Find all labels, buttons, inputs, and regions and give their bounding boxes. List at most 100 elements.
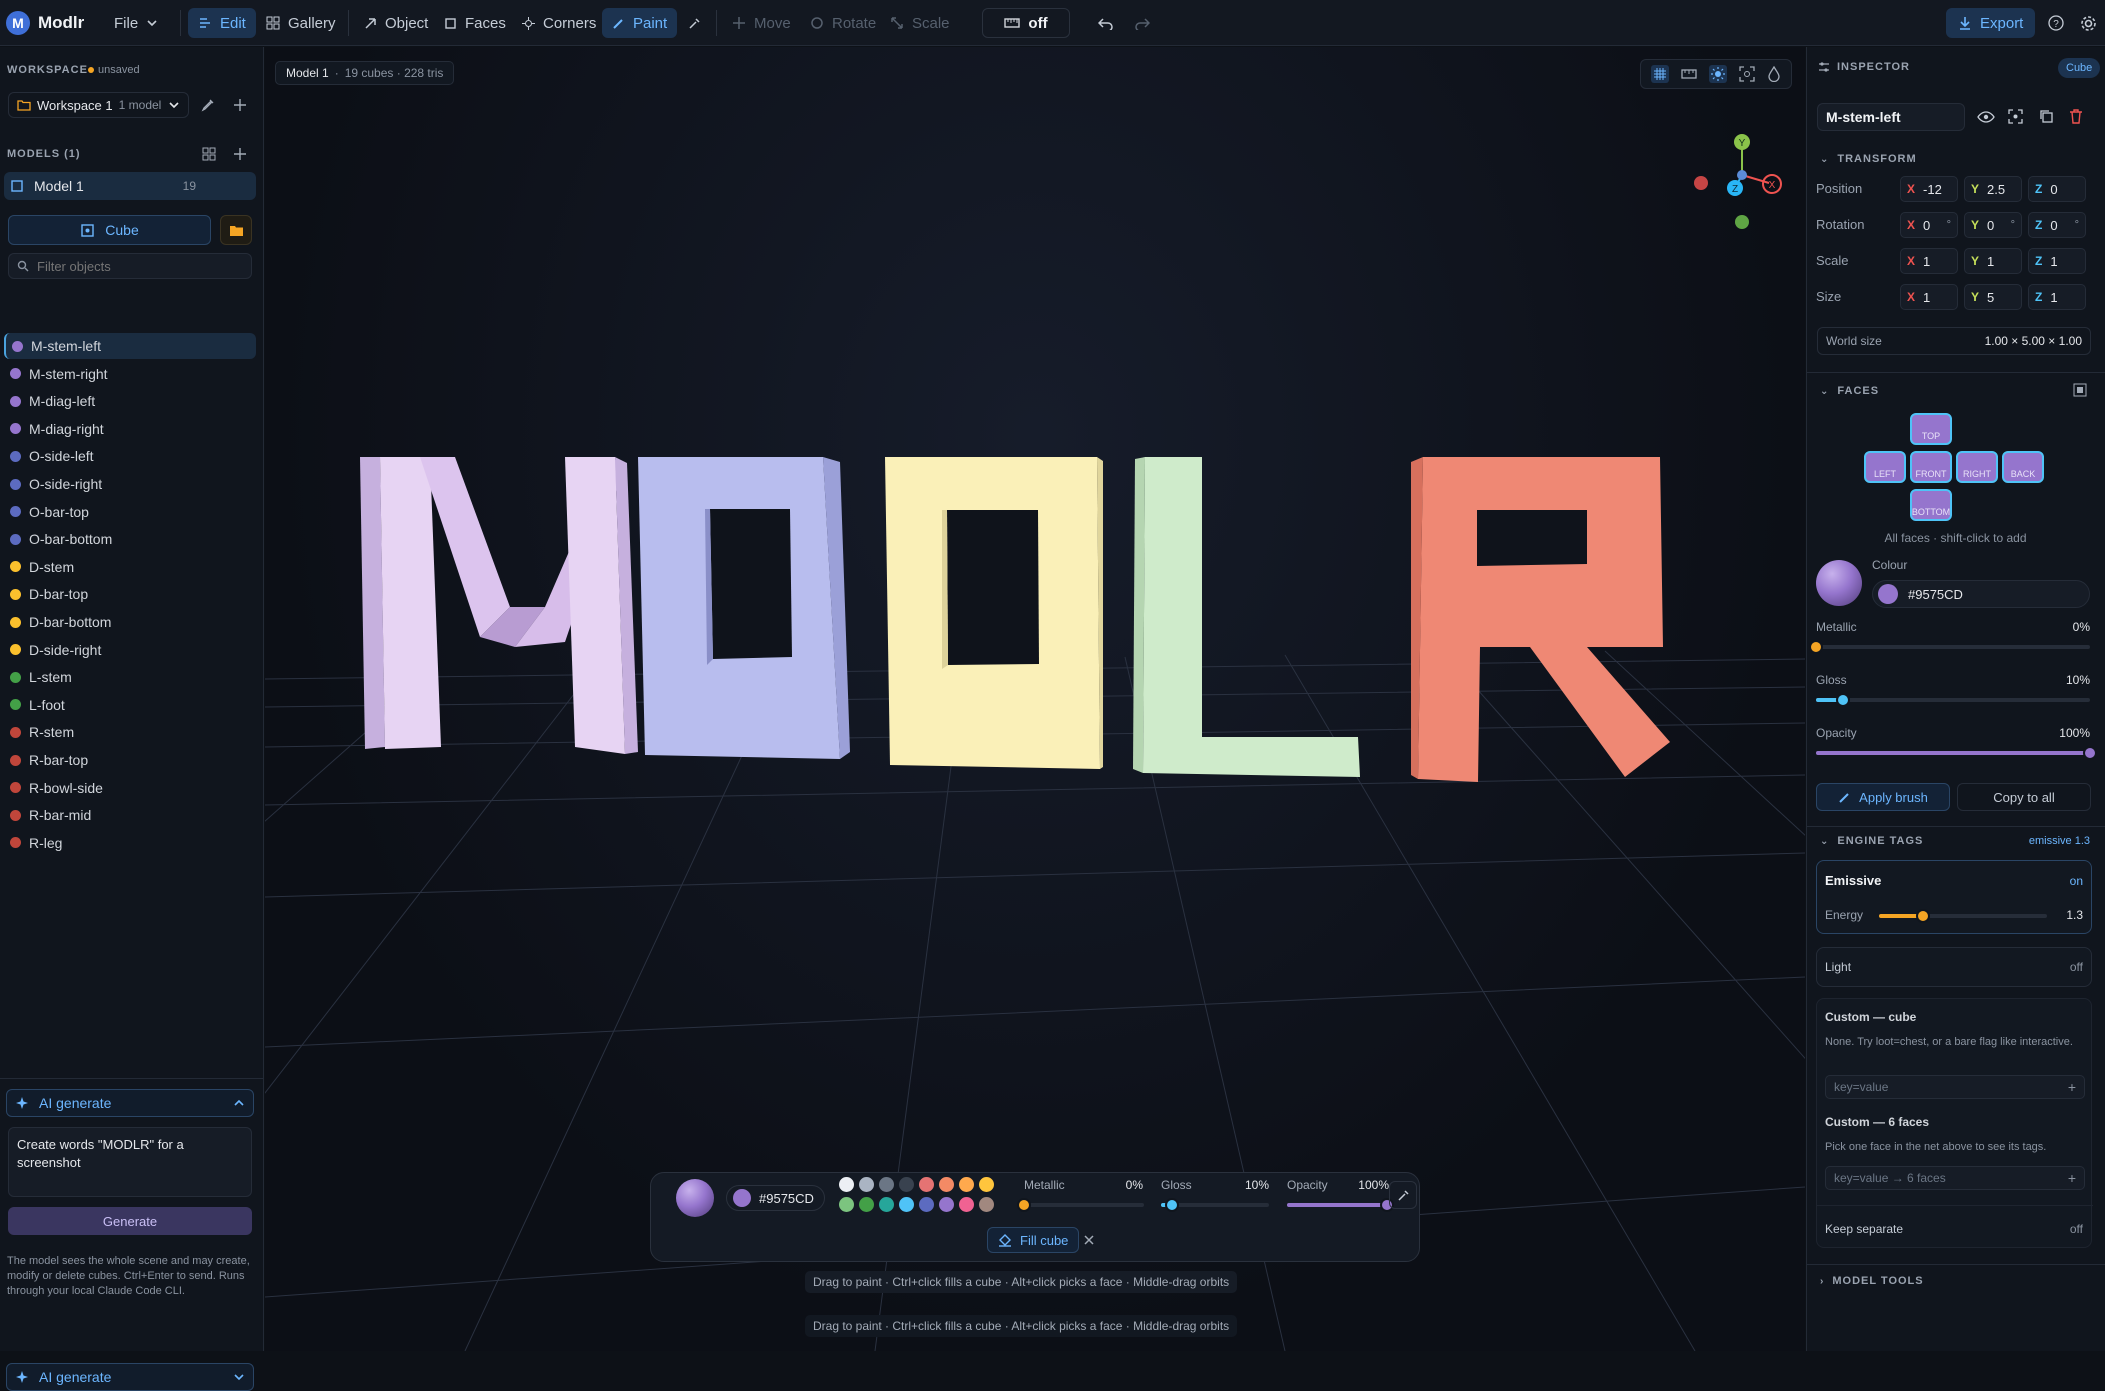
- object-item[interactable]: O-side-right: [4, 471, 256, 497]
- ruler-icon[interactable]: [1681, 69, 1697, 79]
- duplicate-icon[interactable]: [2039, 109, 2054, 124]
- opacity-slider[interactable]: [1816, 746, 2097, 760]
- object-item[interactable]: M-diag-right: [4, 416, 256, 442]
- object-item[interactable]: O-bar-top: [4, 499, 256, 525]
- ai-prompt-textarea[interactable]: Create words "MODLR" for a screenshot: [8, 1127, 252, 1197]
- color-swatch[interactable]: [919, 1197, 934, 1212]
- object-name-input[interactable]: M-stem-left: [1817, 103, 1965, 131]
- add-face-tag-icon[interactable]: +: [2068, 1170, 2076, 1186]
- object-item[interactable]: R-bar-mid: [4, 802, 256, 828]
- paint-mode-button[interactable]: Paint: [602, 8, 678, 38]
- object-item[interactable]: M-stem-right: [4, 361, 256, 387]
- undo-button[interactable]: [1088, 8, 1124, 38]
- color-swatch[interactable]: [839, 1177, 854, 1192]
- generate-button[interactable]: Generate: [8, 1207, 252, 1235]
- color-swatch[interactable]: [979, 1177, 994, 1192]
- emissive-card[interactable]: Emissive on Energy 1.3: [1816, 860, 2092, 934]
- redo-button[interactable]: [1124, 8, 1160, 38]
- keep-separate-state[interactable]: off: [2047, 1222, 2083, 1236]
- add-cube-button[interactable]: Cube: [8, 215, 211, 245]
- color-swatch[interactable]: [879, 1177, 894, 1192]
- scale-y-field[interactable]: Y1: [1964, 248, 2022, 274]
- object-item[interactable]: L-stem: [4, 664, 256, 690]
- apply-brush-button[interactable]: Apply brush: [1816, 783, 1950, 811]
- rotation-y-field[interactable]: Y 0 °: [1964, 212, 2022, 238]
- face-back[interactable]: BACK: [2002, 451, 2044, 483]
- face-bottom[interactable]: BOTTOM: [1910, 489, 1952, 521]
- close-icon[interactable]: [1083, 1234, 1095, 1246]
- color-swatch[interactable]: [959, 1197, 974, 1212]
- help-button[interactable]: ?: [2038, 8, 2074, 38]
- slider-knob[interactable]: [1017, 1198, 1031, 1212]
- rename-icon[interactable]: [201, 98, 215, 112]
- light-card[interactable]: Light off: [1816, 947, 2092, 987]
- sun-icon[interactable]: [1709, 65, 1727, 83]
- object-item[interactable]: O-side-left: [4, 443, 256, 469]
- focus-object-icon[interactable]: [2008, 109, 2023, 124]
- add-model-icon[interactable]: [233, 147, 247, 161]
- color-sphere-preview[interactable]: [676, 1179, 714, 1217]
- select-all-faces-icon[interactable]: [2073, 383, 2087, 397]
- face-top[interactable]: TOP: [1910, 413, 1952, 445]
- letter-d[interactable]: [885, 457, 1103, 769]
- size-y-field[interactable]: Y5: [1964, 284, 2022, 310]
- faces-mode-button[interactable]: Faces: [434, 8, 516, 38]
- color-swatch[interactable]: [939, 1177, 954, 1192]
- filter-input[interactable]: [37, 258, 237, 274]
- colour-sphere[interactable]: [1816, 560, 1862, 606]
- letter-m[interactable]: [360, 457, 638, 754]
- object-item[interactable]: O-bar-bottom: [4, 526, 256, 552]
- edit-tab[interactable]: Edit: [188, 8, 256, 38]
- energy-slider[interactable]: [1879, 909, 2047, 923]
- copy-to-all-button[interactable]: Copy to all: [1957, 783, 2091, 811]
- axis-gizmo[interactable]: Y X Z: [1685, 87, 1785, 237]
- scale-z-field[interactable]: Z1: [2028, 248, 2086, 274]
- object-item[interactable]: R-bar-top: [4, 747, 256, 773]
- rotation-z-field[interactable]: Z 0 °: [2028, 212, 2086, 238]
- add-group-button[interactable]: [220, 215, 252, 245]
- object-item[interactable]: D-bar-top: [4, 581, 256, 607]
- faces-title[interactable]: ⌄ FACES: [1820, 385, 1879, 397]
- model-tools-title[interactable]: › MODEL TOOLS: [1820, 1275, 1924, 1287]
- emissive-state[interactable]: on: [2057, 874, 2083, 888]
- color-swatch[interactable]: [899, 1177, 914, 1192]
- slider-knob[interactable]: [1915, 909, 1930, 923]
- slider-knob[interactable]: [2083, 746, 2097, 760]
- position-x-field[interactable]: X -12: [1900, 176, 1958, 202]
- face-right[interactable]: RIGHT: [1956, 451, 1998, 483]
- position-y-field[interactable]: Y 2.5: [1964, 176, 2022, 202]
- letter-r[interactable]: [1411, 457, 1670, 782]
- gallery-tab[interactable]: Gallery: [256, 8, 346, 38]
- position-z-field[interactable]: Z0: [2028, 176, 2086, 202]
- focus-icon[interactable]: [1739, 66, 1755, 82]
- snap-toggle[interactable]: off: [982, 8, 1070, 38]
- color-swatch[interactable]: [919, 1177, 934, 1192]
- light-state[interactable]: off: [2047, 960, 2083, 974]
- size-x-field[interactable]: X1: [1900, 284, 1958, 310]
- eyedropper-button[interactable]: [678, 8, 711, 38]
- slider-knob[interactable]: [1164, 1198, 1179, 1212]
- engine-tags-title[interactable]: ⌄ ENGINE TAGS: [1820, 835, 1923, 847]
- ai-generate-header-collapsed[interactable]: AI generate: [6, 1363, 254, 1391]
- colour-hex-field[interactable]: #9575CD: [1872, 580, 2090, 608]
- object-item[interactable]: R-leg: [4, 830, 256, 856]
- trash-icon[interactable]: [2069, 109, 2083, 124]
- color-swatch[interactable]: [859, 1177, 874, 1192]
- object-item[interactable]: M-stem-left: [4, 333, 256, 359]
- face-front[interactable]: FRONT: [1910, 451, 1952, 483]
- object-item[interactable]: D-stem: [4, 554, 256, 580]
- paint-metallic-slider[interactable]: [1017, 1198, 1144, 1212]
- grid-toggle-icon[interactable]: [1651, 65, 1669, 83]
- slider-knob[interactable]: [1809, 640, 1823, 654]
- export-button[interactable]: Export: [1946, 8, 2036, 38]
- object-item[interactable]: D-bar-bottom: [4, 609, 256, 635]
- color-swatch[interactable]: [899, 1197, 914, 1212]
- scale-x-field[interactable]: X1: [1900, 248, 1958, 274]
- color-swatch[interactable]: [939, 1197, 954, 1212]
- letter-o[interactable]: [638, 457, 850, 759]
- object-item[interactable]: L-foot: [4, 692, 256, 718]
- color-swatch[interactable]: [879, 1197, 894, 1212]
- object-mode-button[interactable]: Object: [354, 8, 438, 38]
- object-item[interactable]: R-bowl-side: [4, 775, 256, 801]
- transform-title[interactable]: ⌄ TRANSFORM: [1820, 153, 1917, 165]
